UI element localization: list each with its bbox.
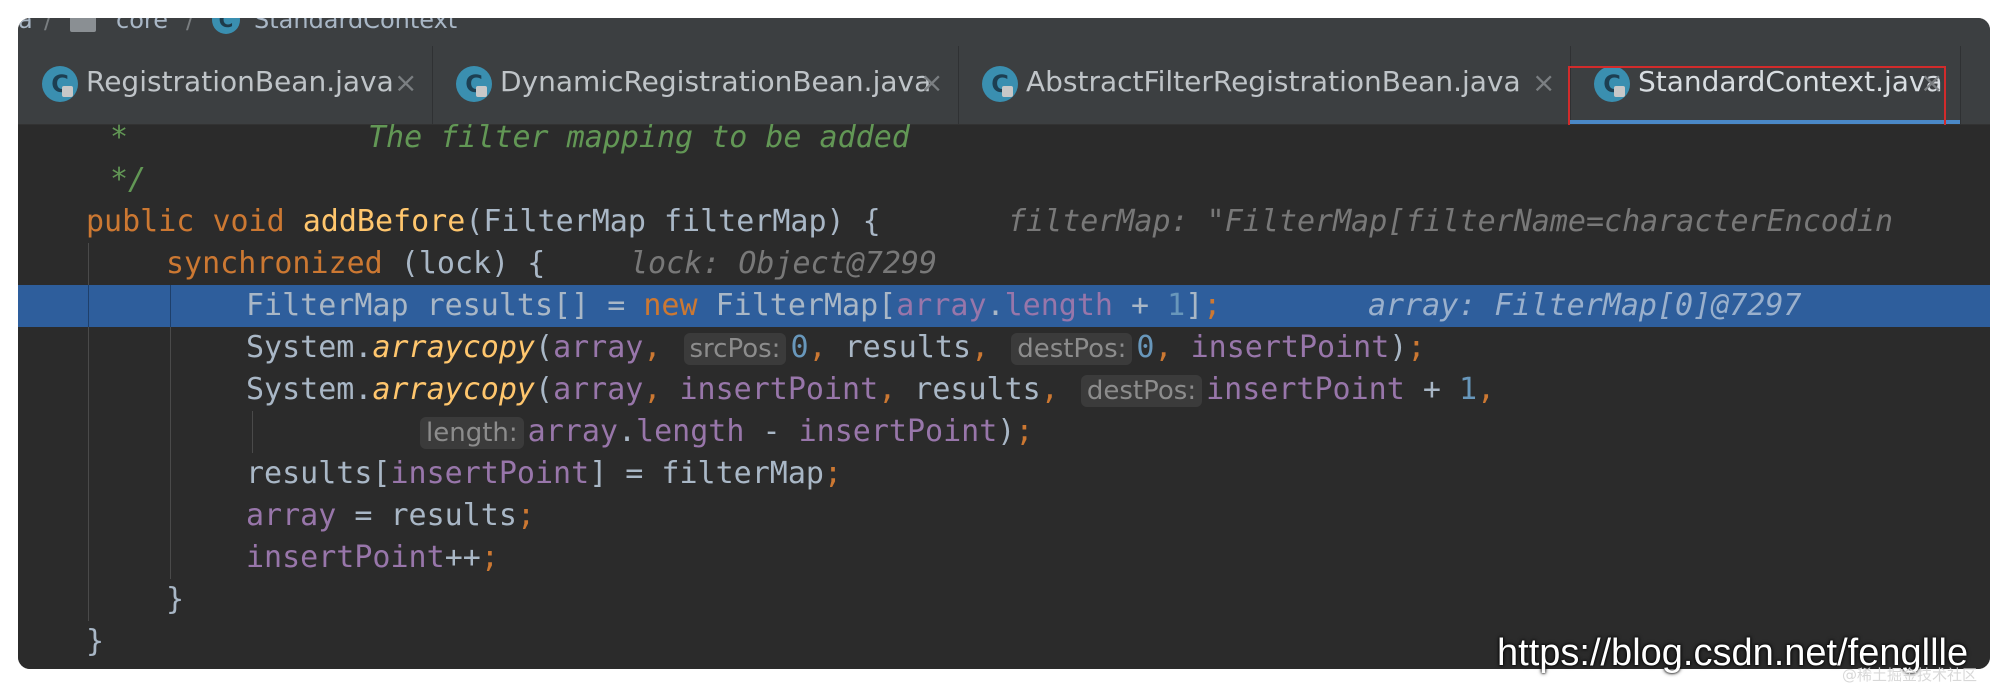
current-execution-line[interactable]: FilterMap results[] = new FilterMap[arra… bbox=[18, 285, 1990, 327]
breadcrumb-separator: / bbox=[44, 18, 53, 34]
code-line[interactable]: length: array.length - insertPoint); bbox=[18, 411, 1990, 453]
indent-guide bbox=[88, 579, 89, 621]
close-icon[interactable]: × bbox=[394, 66, 417, 99]
doc-comment-text: The filter mapping to be added bbox=[368, 120, 910, 155]
tab-label: AbstractFilterRegistrationBean.java bbox=[1026, 65, 1521, 98]
code-line[interactable]: System.arraycopy(array, srcPos: 0, result… bbox=[18, 327, 1990, 369]
indent-guide bbox=[170, 537, 171, 579]
breadcrumb-item-core[interactable]: core bbox=[116, 18, 168, 34]
tab-dynamicregistrationbean[interactable]: C DynamicRegistrationBean.java × bbox=[432, 46, 959, 124]
code-line[interactable]: public void addBefore(FilterMap filterMa… bbox=[18, 201, 1990, 243]
parameter-hint: srcPos: bbox=[683, 333, 787, 365]
tab-label: DynamicRegistrationBean.java bbox=[500, 65, 932, 98]
watermark-credit: @稀土掘金技术社区 bbox=[1842, 666, 1978, 684]
tab-label: RegistrationBean.java bbox=[86, 65, 394, 98]
indent-guide bbox=[88, 369, 89, 411]
breadcrumb-separator: / bbox=[186, 18, 195, 34]
breadcrumb-item-standardcontext[interactable]: StandardContext bbox=[254, 18, 457, 34]
indent-guide bbox=[170, 495, 171, 537]
indent-guide bbox=[88, 537, 89, 579]
code-editor[interactable]: * The filter mapping to be added */ publi… bbox=[18, 120, 1990, 669]
code-line[interactable]: */ bbox=[18, 159, 1990, 201]
doc-comment-star: * bbox=[110, 120, 129, 155]
code-statement: array = results; bbox=[246, 498, 535, 533]
lock-icon bbox=[476, 86, 487, 97]
debug-value-hint: lock: Object@7299 bbox=[630, 246, 938, 281]
indent-guide bbox=[170, 285, 171, 327]
closing-brace: } bbox=[166, 582, 185, 617]
breadcrumb: a / core / C StandardContext bbox=[18, 18, 1990, 47]
tab-registrationbean[interactable]: C RegistrationBean.java × bbox=[18, 46, 433, 124]
code-line[interactable]: insertPoint++; bbox=[18, 537, 1990, 579]
code-line[interactable]: array = results; bbox=[18, 495, 1990, 537]
method-signature: public void addBefore(FilterMap filterMa… bbox=[86, 204, 881, 239]
close-icon[interactable]: × bbox=[920, 66, 943, 99]
debug-value-hint: filterMap: "FilterMap[filterName=charact… bbox=[1008, 204, 1894, 239]
code-statement: System.arraycopy(array, srcPos: 0, result… bbox=[246, 330, 1426, 365]
indent-guide bbox=[252, 411, 253, 453]
parameter-hint: length: bbox=[420, 417, 524, 449]
indent-guide bbox=[88, 411, 89, 453]
code-statement: System.arraycopy(array, insertPoint, res… bbox=[246, 372, 1496, 407]
editor-tab-bar: C RegistrationBean.java × C DynamicRegis… bbox=[18, 46, 1990, 140]
code-line[interactable]: synchronized (lock) { lock: Object@7299 bbox=[18, 243, 1990, 285]
folder-icon bbox=[70, 18, 96, 32]
debug-value-hint: array: FilterMap[0]@7297 bbox=[1368, 288, 1802, 323]
doc-comment-end: */ bbox=[110, 162, 147, 197]
code-statement: results[insertPoint] = filterMap; bbox=[246, 456, 843, 491]
indent-guide bbox=[170, 411, 171, 453]
breadcrumb-item-root[interactable]: a bbox=[18, 18, 33, 34]
code-line[interactable]: } bbox=[18, 579, 1990, 621]
indent-guide bbox=[88, 243, 89, 285]
indent-guide bbox=[88, 453, 89, 495]
class-icon: C bbox=[42, 66, 78, 102]
indent-guide bbox=[88, 327, 89, 369]
parameter-hint: destPos: bbox=[1080, 375, 1203, 407]
synchronized-block: synchronized (lock) { bbox=[166, 246, 546, 281]
lock-icon bbox=[62, 86, 73, 97]
code-statement: FilterMap results[] = new FilterMap[arra… bbox=[246, 288, 1222, 323]
tab-abstractfilterregistrationbean[interactable]: C AbstractFilterRegistrationBean.java × bbox=[958, 46, 1571, 124]
class-icon: C bbox=[212, 18, 240, 34]
code-statement: insertPoint++; bbox=[246, 540, 499, 575]
parameter-hint: destPos: bbox=[1011, 333, 1133, 365]
code-line[interactable]: * The filter mapping to be added bbox=[18, 117, 1990, 159]
class-icon: C bbox=[456, 66, 492, 102]
closing-brace: } bbox=[86, 624, 105, 659]
ide-window: a / core / C StandardContext C Registrat… bbox=[18, 18, 1990, 669]
indent-guide bbox=[170, 453, 171, 495]
indent-guide bbox=[88, 495, 89, 537]
code-line[interactable]: results[insertPoint] = filterMap; bbox=[18, 453, 1990, 495]
code-line[interactable]: System.arraycopy(array, insertPoint, res… bbox=[18, 369, 1990, 411]
indent-guide bbox=[88, 285, 89, 327]
indent-guide bbox=[170, 327, 171, 369]
lock-icon bbox=[1002, 86, 1013, 97]
class-icon: C bbox=[982, 66, 1018, 102]
indent-guide bbox=[170, 369, 171, 411]
close-icon[interactable]: × bbox=[1532, 66, 1555, 99]
code-statement: length: array.length - insertPoint); bbox=[416, 411, 1033, 453]
